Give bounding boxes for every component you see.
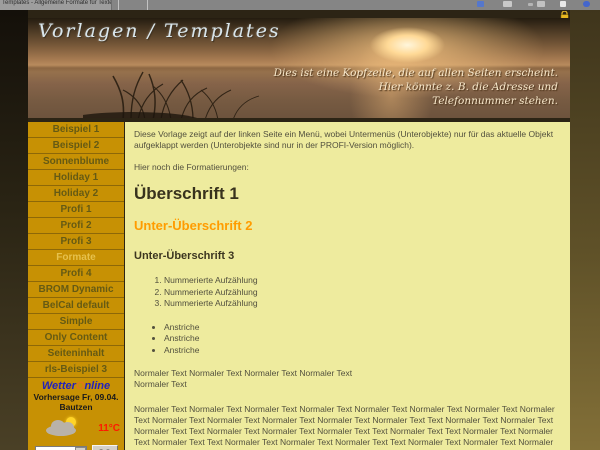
intro-paragraph: Diese Vorlage zeigt auf der linken Seite… [134,129,561,151]
chrome-divider [118,0,119,10]
sidebar-item-holiday-1[interactable]: Holiday 1 [28,170,124,186]
sidebar-item-belcal-default[interactable]: BelCal default [28,298,124,314]
print-icon[interactable] [503,1,512,7]
numbered-list-item: Nummerierte Aufzählung [164,298,561,310]
browser-chrome: Templates - Allgemeine Formate für Texte… [0,0,600,10]
window-icon[interactable] [537,1,545,7]
sidebar-item-sonnenblume[interactable]: Sonnenblume [28,154,124,170]
bullet-list-item: Anstriche [164,333,561,345]
numbered-list-item: Nummerierte Aufzählung [164,275,561,287]
forecast-range-value: 3 Tage [36,447,75,450]
go-button[interactable]: GO [92,445,118,450]
sidebar-item-profi-3[interactable]: Profi 3 [28,234,124,250]
sidebar-item-beispiel-2[interactable]: Beispiel 2 [28,138,124,154]
brand-part: nline [84,380,110,392]
heading-2: Unter-Überschrift 2 [134,218,561,234]
favorites-icon[interactable] [477,1,484,7]
numbered-list-item: Nummerierte Aufzählung [164,287,561,299]
sidebar-menu: Beispiel 1 Beispiel 2 Sonnenblume Holida… [28,122,124,450]
forecast-date-label: Vorhersage Fr, 09.04. [28,392,124,402]
sidebar-item-only-content[interactable]: Only Content [28,330,124,346]
bullet-list-item: Anstriche [164,322,561,334]
sidebar-item-profi-1[interactable]: Profi 1 [28,202,124,218]
sidebar-item-beispiel-1[interactable]: Beispiel 1 [28,122,124,138]
chrome-divider [147,0,148,10]
sidebar-item-simple[interactable]: Simple [28,314,124,330]
header-image: Vorlagen / Templates Dies ist eine Kopfz… [28,18,570,118]
bullet-list: Anstriche Anstriche Anstriche [164,322,561,357]
page: Templates - Allgemeine Formate für Texte… [0,0,600,450]
heading-3: Unter-Überschrift 3 [134,250,561,263]
header-tagline: Dies ist eine Kopfzeile, die auf allen S… [274,66,558,108]
sidebar-item-profi-2[interactable]: Profi 2 [28,218,124,234]
browser-tab-title: Templates - Allgemeine Formate für Texte… [0,0,111,8]
bullet-list-item: Anstriche [164,345,561,357]
sidebar-item-rls-beispiel-3[interactable]: rls-Beispiel 3 [28,362,124,378]
tagline-line: Hier könnte z. B. die Adresse und [274,80,558,94]
tagline-line: Dies ist eine Kopfzeile, die auf allen S… [274,66,558,80]
normal-text-line: Normaler Text [134,379,187,389]
numbered-list: Nummerierte Aufzählung Nummerierte Aufzä… [164,275,561,310]
sidebar-item-brom-dynamic[interactable]: BROM Dynamic [28,282,124,298]
normal-text-line: Normaler Text Normaler Text Normaler Tex… [134,368,352,378]
normal-text-paragraph: Normaler Text Normaler Text Normaler Tex… [134,404,561,450]
cloud-sun-icon [44,417,80,439]
sidebar-item-seiteninhalt[interactable]: Seiteninhalt [28,346,124,362]
temperature-value: 11°C [98,423,120,434]
help-icon[interactable] [583,1,590,7]
wetteronline-logo[interactable]: WetterOnline [28,380,124,392]
page-icon[interactable] [560,1,566,7]
heading-1: Überschrift 1 [134,184,561,204]
chevron-down-icon[interactable]: ▼ [75,447,86,450]
sidebar-item-formate[interactable]: Formate [28,250,124,266]
intro-paragraph-2: Hier noch die Formatierungen: [134,162,561,173]
forecast-city-label: Bautzen [28,402,124,412]
main-content: Diese Vorlage zeigt auf der linken Seite… [125,122,570,450]
sidebar-item-holiday-2[interactable]: Holiday 2 [28,186,124,202]
browser-tab[interactable]: Templates - Allgemeine Formate für Texte… [0,0,112,10]
page-background-left [0,10,28,450]
brand-part: Wetter [42,380,76,392]
weather-widget: WetterOnline Vorhersage Fr, 09.04. Bautz… [28,380,124,450]
sidebar-item-profi-4[interactable]: Profi 4 [28,266,124,282]
site-title: Vorlagen / Templates [38,20,281,42]
forecast-range-select[interactable]: 3 Tage ▼ [35,446,87,450]
minimize-icon[interactable] [528,3,533,6]
normal-text-sample: Normaler Text Normaler Text Normaler Tex… [134,368,561,390]
tagline-line: Telefonnummer stehen. [274,94,558,108]
page-background-right [570,10,600,450]
